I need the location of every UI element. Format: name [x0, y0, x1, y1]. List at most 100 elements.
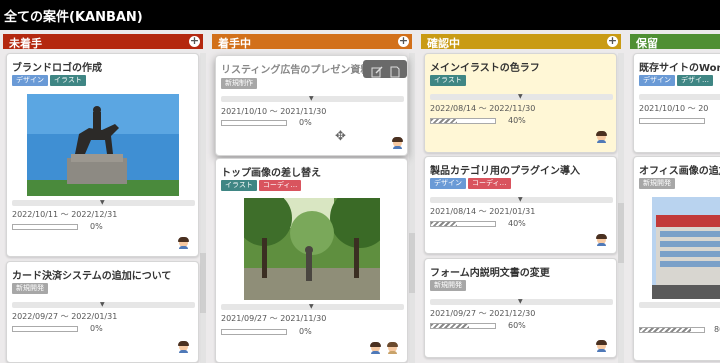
progress-fill [431, 222, 457, 226]
avatar-icon[interactable] [595, 233, 608, 246]
card-divider[interactable] [639, 94, 720, 100]
chevron-down-icon[interactable]: ▼ [518, 298, 523, 305]
card-tags: 新規制作 [221, 78, 259, 89]
scrollbar-thumb[interactable] [409, 233, 415, 293]
tag-new-production: 新規制作 [221, 78, 257, 89]
card-image-building [652, 197, 720, 299]
progress-percent: 40% [508, 116, 526, 125]
page-title: 全ての案件(KANBAN) [4, 10, 143, 25]
progress-bar [430, 323, 496, 329]
card-image-trees [244, 198, 380, 300]
card-divider[interactable]: ▼ [430, 196, 613, 203]
column-header-review: 確認中 + [421, 34, 621, 50]
progress-bar [221, 329, 287, 335]
card-divider[interactable]: ▼ [221, 95, 404, 102]
card-title: 既存サイトのWordp [639, 63, 720, 74]
card-office-image[interactable]: オフィス画像の追加 新規開発 80 [633, 156, 720, 361]
card-divider[interactable] [639, 302, 720, 308]
card-dates: 2022/08/14 ～ 2022/11/30 [430, 104, 536, 113]
card-divider[interactable]: ▼ [430, 298, 613, 305]
column-hold: 保留 既存サイトのWordp デザインデザイ… 2021/10/10 ～ 20 … [630, 34, 720, 363]
card-tags: デザイン イラスト [12, 75, 88, 86]
avatar-icon[interactable] [177, 340, 190, 353]
column-scrollbar[interactable] [409, 53, 415, 363]
card-title: 製品カテゴリ用のプラグイン導入 [430, 166, 580, 177]
avatar-icon[interactable] [595, 130, 608, 143]
card-divider[interactable]: ▼ [12, 301, 195, 308]
column-header-todo: 未着手 + [3, 34, 203, 50]
card-title: ブランドロゴの作成 [12, 63, 102, 74]
card-dates: 2021/09/27 ～ 2021/12/30 [430, 309, 536, 318]
column-title: 未着手 [9, 37, 42, 50]
card-tags: デザイン デザイ… [639, 75, 715, 86]
card-tags: イラスト コーディ… [221, 180, 303, 191]
card-tags: デザイン コーディ… [430, 178, 513, 189]
progress-bar [430, 221, 496, 227]
column-review: 確認中 + メインイラストの色ラフ イラスト ▼ 2022/08/14 ～ 20… [421, 34, 624, 363]
card-toolbar [363, 60, 407, 78]
avatar-icon[interactable] [595, 339, 608, 352]
avatar-icon[interactable] [177, 236, 190, 249]
card-title: リスティング広告のプレゼン資料 [221, 65, 371, 76]
card-tags: 新規開発 [430, 280, 468, 291]
chevron-down-icon[interactable]: ▼ [309, 95, 314, 102]
progress-bar [430, 118, 496, 124]
card-dates: 2021/08/14 ～ 2021/01/31 [430, 207, 536, 216]
column-header-in-progress: 着手中 + [212, 34, 412, 50]
card-listing-ads-dragging[interactable]: リスティング広告のプレゼン資料 新規制作 ▼ 2021/10/10 ～ 2021… [215, 55, 408, 156]
avatar-icon[interactable] [386, 341, 399, 354]
progress-percent: 0% [90, 222, 103, 231]
progress-percent: 0% [90, 324, 103, 333]
card-card-payment[interactable]: カード決済システムの追加について 新規開発 ▼ 2022/09/27 ～ 202… [6, 261, 199, 363]
chevron-down-icon[interactable]: ▼ [100, 301, 105, 308]
progress-percent: 60% [508, 321, 526, 330]
plus-circle-icon[interactable]: + [398, 35, 409, 47]
card-divider[interactable]: ▼ [12, 199, 195, 206]
avatar-icon[interactable] [391, 136, 404, 149]
card-dates: 2022/09/27 ～ 2022/01/31 [12, 312, 118, 321]
copy-icon[interactable] [389, 63, 401, 78]
tag-illust: イラスト [430, 75, 466, 86]
chevron-down-icon[interactable]: ▼ [518, 93, 523, 100]
scrollbar-thumb[interactable] [200, 253, 206, 313]
card-divider[interactable]: ▼ [221, 303, 404, 310]
chevron-down-icon[interactable]: ▼ [518, 196, 523, 203]
progress-bar [12, 326, 78, 332]
card-image-statue [27, 94, 179, 196]
edit-icon[interactable] [371, 63, 383, 78]
card-main-illust[interactable]: メインイラストの色ラフ イラスト ▼ 2022/08/14 ～ 2022/11/… [424, 53, 617, 153]
progress-percent: 40% [508, 219, 526, 228]
card-title: メインイラストの色ラフ [430, 63, 540, 74]
chevron-down-icon[interactable]: ▼ [100, 199, 105, 206]
tag-illust: イラスト [221, 180, 257, 191]
card-brand-logo[interactable]: ブランドロゴの作成 デザイン イラスト ▼ 2022/10/11 ～ 2022/1… [6, 53, 199, 257]
kanban-board: 未着手 + ブランドロゴの作成 デザイン イラスト ▼ 2022/10/11 ～… [0, 30, 720, 363]
progress-percent: 0% [299, 118, 312, 127]
card-title: トップ画像の差し替え [221, 168, 321, 179]
chevron-down-icon[interactable]: ▼ [309, 303, 314, 310]
tag-new-dev: 新規開発 [12, 283, 48, 294]
card-dates: 2021/09/27 ～ 2021/11/30 [221, 314, 327, 323]
progress-bar [12, 224, 78, 230]
card-divider[interactable]: ▼ [430, 93, 613, 100]
card-tags: 新規開発 [12, 283, 50, 294]
card-title: フォーム内説明文書の変更 [430, 268, 550, 279]
scrollbar-thumb[interactable] [618, 203, 624, 263]
progress-fill [431, 119, 457, 123]
column-scrollbar[interactable] [618, 53, 624, 363]
avatar-icon[interactable] [369, 341, 382, 354]
card-existing-site[interactable]: 既存サイトのWordp デザインデザイ… 2021/10/10 ～ 20 [633, 53, 720, 153]
column-title: 着手中 [218, 37, 251, 50]
card-title: オフィス画像の追加 [639, 166, 720, 177]
card-tags: 新規開発 [639, 178, 677, 189]
column-todo: 未着手 + ブランドロゴの作成 デザイン イラスト ▼ 2022/10/11 ～… [3, 34, 206, 363]
tag-coding: コーディ… [258, 180, 302, 191]
card-dates: 2021/10/10 ～ 2021/11/30 [221, 107, 327, 116]
column-scrollbar[interactable] [200, 53, 206, 363]
card-plugin[interactable]: 製品カテゴリ用のプラグイン導入 デザイン コーディ… ▼ 2021/08/14 ～… [424, 156, 617, 254]
plus-circle-icon[interactable]: + [189, 35, 200, 47]
move-cross-icon[interactable]: ✥ [335, 129, 346, 144]
card-top-image[interactable]: トップ画像の差し替え イラスト コーディ… ▼ 2021/09/27 ～ 202… [215, 158, 408, 363]
card-form-text[interactable]: フォーム内説明文書の変更 新規開発 ▼ 2021/09/27 ～ 2021/12… [424, 258, 617, 358]
plus-circle-icon[interactable]: + [607, 35, 618, 47]
